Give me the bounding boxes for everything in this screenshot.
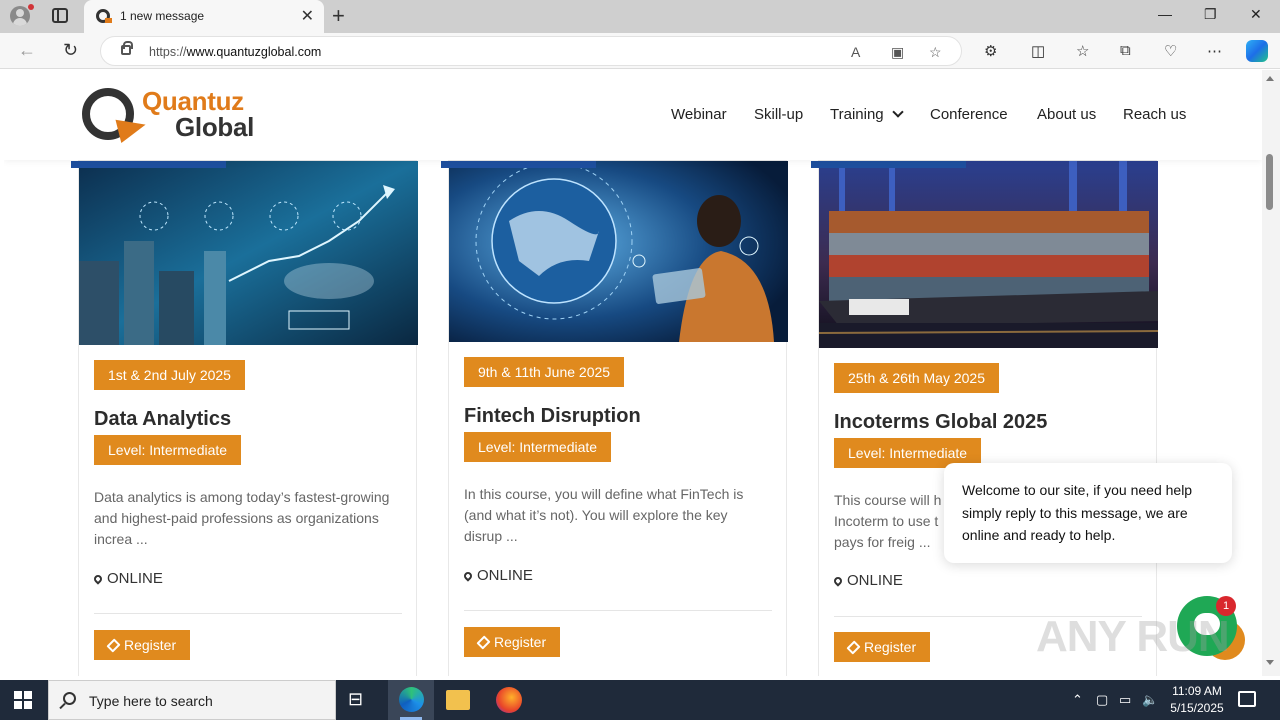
nav-reach-us[interactable]: Reach us [1123,106,1186,123]
favorite-star-icon[interactable]: ☆ [929,44,942,61]
windows-taskbar: Type here to search ⊟ ⌃ ▢ ▭ 🔈 11:09 AM 5… [0,680,1280,720]
course-date-badge: 1st & 2nd July 2025 [94,360,245,390]
profile-icon[interactable] [10,6,30,26]
course-location: ONLINE [92,570,163,587]
address-bar[interactable]: https://www.quantuzglobal.com A ▣ ☆ [100,36,962,66]
nav-about-us[interactable]: About us [1037,106,1096,123]
course-location: ONLINE [462,567,533,584]
chat-welcome-text: Welcome to our site, if you need help si… [962,482,1193,543]
edge-taskbar-button[interactable] [388,680,434,720]
browser-tab-bar: 1 new message ✕ + — ❐ ✕ [0,0,1280,33]
clock-date: 5/15/2025 [1170,701,1224,715]
nav-conference[interactable]: Conference [930,106,1008,123]
edge-icon [399,687,424,712]
card-divider [94,613,402,614]
map-pin-icon [92,573,104,585]
notification-dot [28,4,34,10]
course-card-data-analytics: 1st & 2nd July 2025 Data Analytics Level… [71,160,418,676]
address-toolbar: ← ↻ https://www.quantuzglobal.com A ▣ ☆ … [0,33,1280,69]
chevron-down-icon[interactable] [892,106,904,118]
nav-webinar[interactable]: Webinar [671,106,727,123]
minimize-icon[interactable]: — [1158,6,1172,22]
nav-training[interactable]: Training [830,106,884,123]
course-card-incoterms-global: 25th & 26th May 2025 Incoterms Global 20… [811,160,1158,676]
taskbar-search-placeholder: Type here to search [89,693,213,709]
notifications-icon[interactable] [1238,691,1256,707]
immersive-reader-icon[interactable]: ▣ [891,44,904,61]
course-card-fintech-disruption: 9th & 11th June 2025 Fintech Disruption … [441,160,788,676]
clock-time: 11:09 AM [1172,684,1222,698]
course-description: This course will h Incoterm to use t pay… [834,492,942,550]
course-image-incoterms-global[interactable] [819,161,1158,348]
new-tab-icon[interactable]: + [332,3,345,29]
tab-close-icon[interactable]: ✕ [301,6,314,26]
window-close-icon[interactable]: ✕ [1250,6,1262,23]
network-icon[interactable]: ▭ [1119,692,1131,708]
tag-icon [106,638,121,653]
copilot-icon[interactable] [1246,40,1268,62]
favorites-icon[interactable]: ☆ [1076,42,1089,60]
task-view-icon[interactable]: ⊟ [348,689,376,717]
logo-text-global[interactable]: Global [175,112,254,143]
reload-icon[interactable]: ↻ [63,40,78,61]
course-level-badge: Level: Intermediate [94,435,242,465]
chat-welcome-bubble[interactable]: Welcome to our site, if you need help si… [944,463,1232,563]
extensions-icon[interactable]: ⚙ [984,42,997,60]
file-explorer-icon[interactable] [446,690,470,710]
card-top-band [71,161,226,168]
system-clock[interactable]: 11:09 AM 5/15/2025 [1162,683,1232,717]
firefox-icon[interactable] [496,687,522,713]
map-pin-icon [832,575,844,587]
read-aloud-icon[interactable]: A [851,44,860,60]
split-screen-icon[interactable]: ◫ [1031,42,1045,60]
tag-icon [476,635,491,650]
course-date-badge: 25th & 26th May 2025 [834,363,999,393]
tab-actions-icon[interactable] [52,8,68,23]
scrollbar-thumb[interactable] [1266,154,1273,210]
browser-tab[interactable]: 1 new message ✕ [84,0,324,33]
course-description: In this course, you will define what Fin… [464,486,744,544]
site-header: Quantuz Global Webinar Skill-up Training… [4,70,1262,160]
course-title[interactable]: Fintech Disruption [464,405,641,428]
lock-icon[interactable] [121,41,133,55]
collections-icon[interactable]: ⧉ [1120,42,1131,59]
browser-essentials-icon[interactable]: ♡ [1164,42,1177,60]
tag-icon [846,640,861,655]
site-favicon-icon [96,9,112,23]
logo-arrow-icon [115,112,149,144]
course-image-data-analytics[interactable] [79,161,418,345]
register-button[interactable]: Register [464,627,561,657]
card-top-band [811,161,966,168]
back-icon[interactable]: ← [18,40,36,61]
course-description: Data analytics is among today’s fastest-… [94,489,390,547]
volume-icon[interactable]: 🔈 [1142,692,1158,708]
scroll-up-icon[interactable] [1266,76,1274,81]
course-location: ONLINE [832,572,903,589]
watermark-text: ANY RUN [1036,612,1230,661]
scroll-down-icon[interactable] [1266,660,1274,665]
course-level-badge: Level: Intermediate [464,432,612,462]
register-button[interactable]: Register [94,630,191,660]
taskbar-search-box[interactable]: Type here to search [48,680,336,720]
card-divider [464,610,772,611]
course-title[interactable]: Data Analytics [94,408,231,431]
nav-skill-up[interactable]: Skill-up [754,106,803,123]
windows-start-icon[interactable] [14,691,32,709]
page-scrollbar[interactable] [1262,70,1280,676]
meet-now-icon[interactable]: ▢ [1096,692,1108,708]
register-button[interactable]: Register [834,632,931,662]
tab-title: 1 new message [120,9,205,23]
show-hidden-icons-icon[interactable]: ⌃ [1072,692,1083,708]
restore-icon[interactable]: ❐ [1204,6,1217,23]
web-page: Quantuz Global Webinar Skill-up Training… [4,70,1262,676]
url-text[interactable]: https://www.quantuzglobal.com [149,45,321,59]
search-icon [63,692,76,705]
course-title[interactable]: Incoterms Global 2025 [834,411,1047,434]
card-top-band [441,161,596,168]
settings-menu-icon[interactable]: ⋯ [1207,42,1222,60]
course-date-badge: 9th & 11th June 2025 [464,357,625,387]
course-image-fintech-disruption[interactable] [449,161,788,342]
map-pin-icon [462,570,474,582]
